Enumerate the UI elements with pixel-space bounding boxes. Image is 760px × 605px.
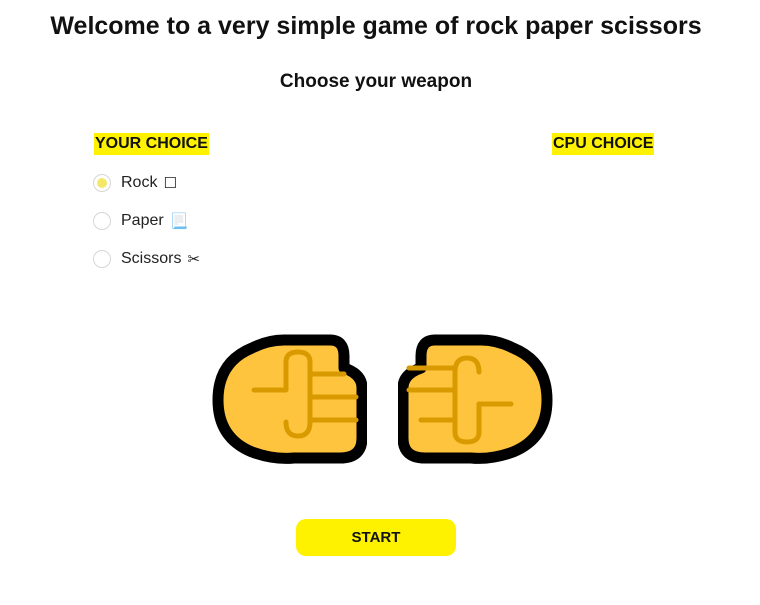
paper-radio[interactable]: [93, 212, 111, 230]
scissors-radio[interactable]: [93, 250, 111, 268]
rock-box-icon: ☐: [163, 174, 177, 192]
paper-label: Paper: [121, 212, 164, 229]
scissors-label: Scissors: [121, 250, 182, 267]
cpu-choice-label: CPU CHOICE: [552, 133, 655, 155]
option-rock[interactable]: Rock ☐: [93, 172, 200, 194]
option-scissors[interactable]: Scissors ✂: [93, 248, 200, 270]
player-fist-icon: [212, 334, 367, 464]
page-title: Welcome to a very simple game of rock pa…: [50, 12, 702, 40]
your-choice-label: YOUR CHOICE: [94, 133, 209, 155]
option-paper[interactable]: Paper 📃: [93, 210, 200, 232]
weapon-options: Rock ☐ Paper 📃 Scissors ✂: [93, 172, 200, 286]
page-subtitle: Choose your weapon: [279, 71, 473, 92]
cpu-fist-icon: [398, 334, 553, 464]
scissors-icon: ✂: [187, 250, 201, 268]
rock-radio[interactable]: [93, 174, 111, 192]
rock-label: Rock: [121, 174, 158, 191]
paper-scroll-icon: 📃: [169, 212, 189, 230]
start-button[interactable]: START: [296, 519, 456, 556]
